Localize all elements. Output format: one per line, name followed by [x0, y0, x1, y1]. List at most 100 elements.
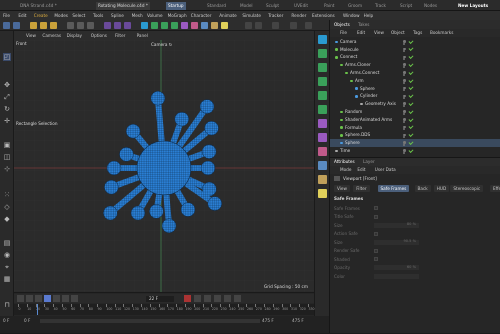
light-icon[interactable] [221, 22, 228, 29]
scale-key-icon[interactable] [234, 295, 241, 302]
axis-z-icon[interactable] [87, 22, 94, 29]
enabled-check-icon[interactable] [408, 61, 414, 67]
menu-help[interactable]: Help [364, 13, 374, 18]
locked-workplane-icon[interactable]: ▦ [3, 275, 11, 283]
menu-extensions[interactable]: Extensions [312, 13, 335, 18]
visibility-render-icon[interactable] [403, 73, 405, 76]
object-menu-object[interactable]: Object [391, 30, 405, 35]
object-row[interactable]: Camera [330, 38, 500, 46]
viewport-front[interactable]: Front Camera ↻ Rectangle Selection Grid … [14, 40, 314, 292]
molecule-arm-sphere[interactable] [103, 205, 118, 221]
tab-2[interactable]: Startup [166, 2, 186, 10]
transform-icon[interactable]: ✛ [3, 117, 11, 125]
bend-deformer-icon[interactable] [318, 119, 327, 128]
axis-x-icon[interactable] [67, 22, 74, 29]
move-tool-icon[interactable] [30, 22, 37, 29]
subdivision-surface-icon[interactable] [318, 63, 327, 72]
visibility-render-icon[interactable] [403, 42, 405, 45]
property-checkbox[interactable] [374, 248, 378, 253]
menu-mograph[interactable]: MoGraph [168, 13, 187, 18]
move-icon[interactable]: ✥ [3, 81, 11, 89]
property-checkbox[interactable] [374, 214, 378, 219]
floor-icon[interactable] [201, 22, 208, 29]
points-mode-icon[interactable]: ⁙ [3, 191, 11, 199]
molecule-arm-sphere[interactable] [199, 99, 215, 114]
enabled-check-icon[interactable] [408, 69, 414, 75]
extrude-icon[interactable] [318, 77, 327, 86]
workplane-icon[interactable] [255, 22, 262, 29]
object-row[interactable]: Arms.Connect [330, 69, 500, 77]
enabled-check-icon[interactable] [408, 108, 414, 114]
attribute-tab-attributes[interactable]: Attributes [334, 159, 355, 164]
goto-start-icon[interactable] [17, 295, 24, 302]
deformer-icon[interactable] [181, 22, 188, 29]
spline-pen-icon[interactable] [151, 22, 158, 29]
visibility-render-icon[interactable] [403, 120, 405, 123]
molecule-arm-sphere[interactable] [201, 144, 217, 159]
next-key-icon[interactable] [62, 295, 69, 302]
cube-object-icon[interactable] [318, 35, 327, 44]
enabled-check-icon[interactable] [408, 77, 414, 83]
enabled-check-icon[interactable] [408, 85, 414, 91]
timeline-ruler[interactable]: 0102030405060708090100110120130140150160… [14, 304, 315, 315]
layout-icon[interactable] [305, 22, 312, 29]
undo-icon[interactable] [3, 22, 10, 29]
tab-7[interactable]: Paint [324, 2, 334, 10]
visibility-render-icon[interactable] [403, 89, 405, 92]
prev-key-icon[interactable] [26, 295, 33, 302]
axis-mode-icon[interactable]: ⊹ [3, 165, 11, 173]
magnet-icon[interactable]: ⊓ [3, 301, 11, 309]
menu-character[interactable]: Character [191, 13, 212, 18]
scene-camera-icon[interactable] [318, 175, 327, 184]
enabled-check-icon[interactable] [408, 100, 414, 106]
object-row[interactable]: ShaderAnimated Arms [330, 116, 500, 124]
menu-volume[interactable]: Volume [147, 13, 163, 18]
menu-mesh[interactable]: Mesh [132, 13, 143, 18]
range-preview-end-field[interactable]: 475 F [262, 318, 274, 323]
molecule-arm-sphere[interactable] [200, 160, 216, 176]
molecule-arm-sphere[interactable] [104, 179, 119, 195]
render-settings-icon[interactable] [124, 22, 131, 29]
enabled-check-icon[interactable] [408, 147, 414, 153]
object-row[interactable]: Connect [330, 54, 500, 62]
range-end-field[interactable]: 475 F [292, 318, 304, 323]
scale-icon[interactable]: ⤢ [3, 93, 11, 101]
record-icon[interactable] [184, 295, 191, 302]
linear-field-icon[interactable] [318, 147, 327, 156]
object-row[interactable]: Formula [330, 124, 500, 132]
redo-icon[interactable] [13, 22, 20, 29]
viewport-menu-cameras[interactable]: Cameras [42, 33, 61, 38]
subtab-back[interactable]: Back [414, 185, 431, 192]
model-mode-icon[interactable]: ▣ [3, 141, 11, 149]
menu-window[interactable]: Window [343, 13, 360, 18]
search-icon[interactable] [290, 22, 297, 29]
property-checkbox[interactable] [374, 231, 378, 236]
subtab-hud[interactable]: HUD [433, 185, 450, 192]
uv-mode-icon[interactable]: ▤ [3, 239, 11, 247]
tab-1[interactable]: Rotating Molecule.c4d * [96, 2, 150, 10]
attribute-tab-layer[interactable]: Layer [363, 159, 375, 164]
tab-3[interactable]: Standard [207, 2, 226, 10]
molecule-arm-sphere[interactable] [150, 91, 166, 106]
menu-animate[interactable]: Animate [219, 13, 237, 18]
range-slider[interactable] [40, 319, 260, 323]
rotate-tool-icon[interactable] [40, 22, 47, 29]
range-preview-start-field[interactable]: 0 F [24, 318, 30, 323]
enabled-check-icon[interactable] [408, 38, 414, 44]
attribute-menu-mode[interactable]: Mode [340, 167, 351, 172]
menu-tools[interactable]: Tools [93, 13, 103, 18]
snap-icon[interactable] [245, 22, 252, 29]
tab-9[interactable]: Track [375, 2, 386, 10]
molecule-arm-sphere[interactable] [149, 204, 164, 219]
property-field[interactable]: 60 % [374, 265, 419, 270]
subtab-safe-frames[interactable]: Safe Frames [377, 185, 410, 192]
molecule-arm-sphere[interactable] [125, 123, 141, 139]
menu-spline[interactable]: Spline [111, 13, 124, 18]
molecule-arm-sphere[interactable] [180, 202, 196, 217]
edges-mode-icon[interactable]: ◇ [3, 203, 11, 211]
attribute-menu-edit[interactable]: Edit [357, 167, 365, 172]
scene-light-icon[interactable] [318, 189, 327, 198]
polygons-mode-icon[interactable]: ◆ [3, 215, 11, 223]
enabled-check-icon[interactable] [408, 116, 414, 122]
visibility-render-icon[interactable] [403, 65, 405, 68]
